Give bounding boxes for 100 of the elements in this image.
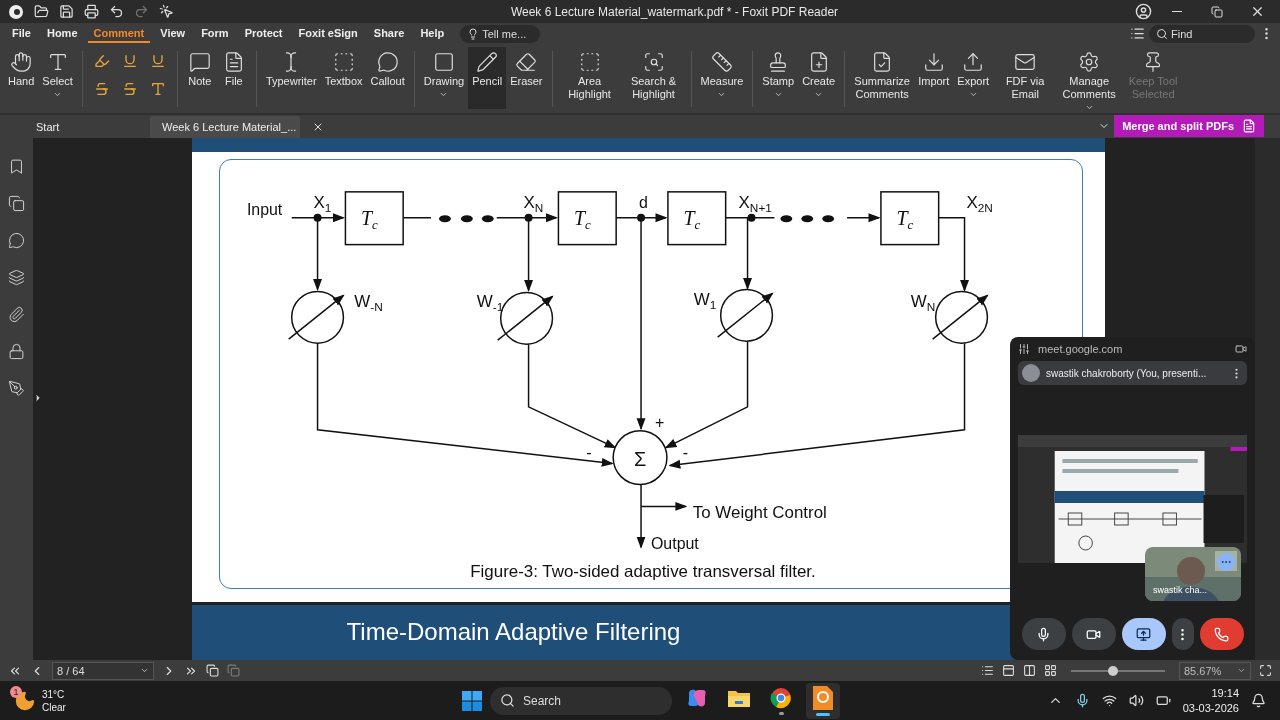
account-icon[interactable] — [1135, 3, 1152, 21]
more-options-button[interactable] — [1171, 618, 1194, 650]
ribbon-tool[interactable]: Note — [182, 46, 217, 109]
page-number-field[interactable]: 8 / 64 — [52, 661, 154, 680]
ribbon-tool[interactable]: Select — [38, 46, 77, 109]
tap-node — [747, 213, 756, 222]
folder-icon[interactable] — [34, 4, 49, 20]
present-button[interactable] — [1121, 618, 1166, 650]
find-field[interactable]: Find — [1149, 24, 1255, 43]
comment-icon[interactable] — [8, 231, 25, 249]
menu-tab[interactable]: Form — [195, 24, 235, 43]
ellipsis-dot — [780, 215, 793, 223]
menu-tab[interactable]: Home — [40, 24, 84, 43]
signal-label: X$_{N}$ — [523, 192, 544, 215]
end-call-button[interactable] — [1199, 618, 1244, 650]
menu-tab[interactable]: Foxit eSign — [292, 24, 364, 43]
clock-time[interactable]: 19:14 — [1182, 685, 1239, 701]
ribbon-tool[interactable]: Eraser — [506, 46, 547, 109]
menu-tab[interactable]: Protect — [238, 24, 289, 43]
figure-caption: Figure-3: Two-sided adaptive transversal filter. — [470, 561, 816, 581]
clock-date[interactable]: 03-03-2026 — [1182, 700, 1239, 716]
save-icon[interactable] — [59, 4, 74, 20]
weight-multiplier-icon — [287, 290, 345, 344]
ribbon-tool[interactable]: Typewriter — [261, 46, 321, 109]
ribbon-tool[interactable]: File — [216, 46, 251, 109]
search-icon — [500, 693, 515, 709]
signal-label: d — [639, 193, 648, 211]
menu-tab[interactable]: Share — [367, 24, 411, 43]
ribbon-tool[interactable]: Textbox — [320, 46, 367, 109]
foxit-pdf-icon — [813, 685, 833, 710]
bell-icon[interactable] — [1251, 693, 1266, 709]
ribbon-tool[interactable]: Pencil — [468, 46, 507, 109]
ribbon-tool[interactable]: Measure — [696, 46, 748, 109]
app-logo-icon[interactable] — [8, 3, 24, 20]
pen-icon[interactable] — [8, 379, 25, 397]
search-icon — [1156, 27, 1168, 40]
strikethrough-icon[interactable] — [93, 80, 110, 97]
ribbon-tool[interactable]: Area Highlight — [557, 46, 622, 109]
underline-icon[interactable] — [149, 52, 166, 69]
list-view-icon[interactable] — [1130, 26, 1145, 42]
zoom-field[interactable]: 85.67% — [1179, 661, 1251, 680]
ribbon-tool[interactable]: Hand — [4, 46, 39, 109]
tell-me-field[interactable]: Tell me... — [460, 24, 541, 43]
participant-name: swastik cha... — [1153, 585, 1208, 595]
wifi-icon[interactable] — [1101, 693, 1117, 709]
paperclip-icon[interactable] — [8, 305, 25, 323]
continuous-facing-icon[interactable] — [1044, 664, 1057, 677]
windows-start-icon[interactable] — [462, 690, 482, 711]
layers-icon[interactable] — [8, 268, 25, 286]
camera-button[interactable] — [1071, 618, 1116, 650]
redo-icon[interactable] — [134, 4, 149, 20]
ribbon-tool[interactable]: Export — [953, 46, 994, 109]
gear-icon — [1078, 50, 1101, 73]
sliders-icon[interactable] — [1018, 343, 1030, 355]
lock-icon[interactable] — [8, 342, 25, 360]
ribbon-tool[interactable]: Stamp — [758, 46, 799, 109]
volume-icon[interactable] — [1128, 693, 1144, 709]
moon-icon[interactable] — [14, 689, 36, 712]
restore-icon — [1211, 5, 1223, 18]
microphone-button[interactable] — [1021, 618, 1066, 650]
pages-icon[interactable] — [8, 194, 25, 212]
ribbon-tool[interactable]: Search & Highlight — [621, 46, 686, 109]
fullscreen-icon[interactable] — [1259, 664, 1272, 677]
next-view-icon[interactable] — [227, 664, 240, 677]
taskbar-search[interactable]: Search — [490, 686, 672, 715]
download-icon — [922, 50, 945, 73]
continuous-page-icon[interactable] — [1002, 664, 1015, 677]
print-icon[interactable] — [84, 4, 99, 20]
highlighter-icon[interactable] — [93, 52, 110, 69]
undo-icon[interactable] — [109, 4, 124, 20]
strikethrough-icon[interactable] — [121, 80, 138, 97]
bookmark-icon[interactable] — [8, 157, 25, 175]
taskbar-app[interactable] — [806, 682, 840, 719]
ribbon-tool[interactable]: Import — [914, 46, 954, 109]
facing-pages-icon[interactable] — [1023, 664, 1036, 677]
camera-icon[interactable] — [1235, 343, 1247, 355]
menu-tab[interactable]: File — [6, 24, 37, 43]
text-icon[interactable] — [149, 80, 166, 97]
microphone-icon[interactable] — [1074, 693, 1090, 709]
ribbon-tool[interactable]: Callout — [366, 46, 409, 109]
window-title: Week 6 Lecture Material_watermark.pdf * - Foxit PDF Reader — [509, 4, 840, 19]
scrollbar-track[interactable] — [1255, 137, 1280, 660]
delay-block — [557, 190, 617, 246]
merge-split-button[interactable]: Merge and split PDFs — [1114, 115, 1264, 138]
ribbon-tool[interactable]: Manage Comments — [1057, 46, 1122, 109]
previous-view-icon[interactable] — [206, 664, 219, 677]
menu-tab[interactable]: View — [154, 24, 192, 43]
ribbon-tool[interactable]: Summarize Comments — [850, 46, 915, 109]
zoom-slider[interactable] — [1108, 665, 1119, 676]
underline-icon[interactable] — [121, 52, 138, 69]
ribbon-tool[interactable]: FDF via Email — [993, 46, 1058, 109]
sum-symbol: Σ — [633, 447, 647, 470]
menu-tab[interactable]: Help — [414, 24, 451, 43]
expand-icon[interactable] — [33, 392, 43, 403]
document-tab[interactable]: Start — [30, 115, 150, 138]
single-page-icon[interactable] — [981, 664, 994, 677]
signal-label: W$_{-N}$ — [354, 292, 383, 315]
ribbon-tool[interactable]: Drawing — [419, 46, 469, 109]
ribbon-tool[interactable]: Create — [798, 46, 840, 109]
menu-tab[interactable]: Comment — [87, 24, 151, 43]
